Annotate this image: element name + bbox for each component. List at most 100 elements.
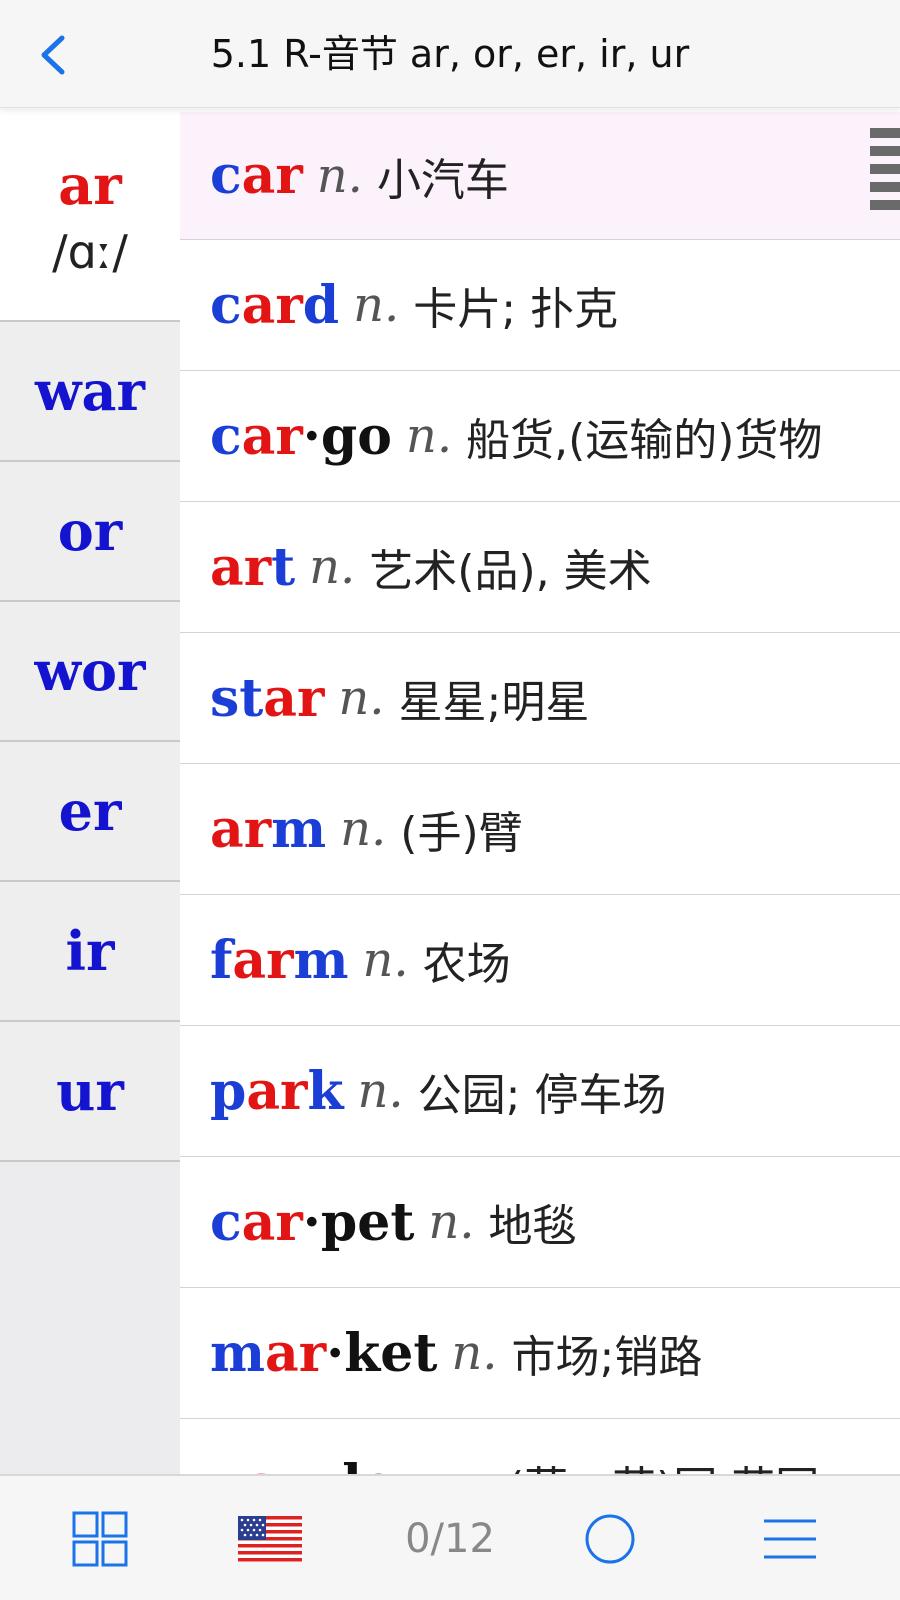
page-title: 5.1 R-音节 ar, or, er, ir, ur [210, 32, 690, 76]
syllable-sidebar: ar/ɑː/war or wor er ir ur [0, 112, 180, 1474]
us-flag-icon [238, 1516, 302, 1562]
word-text: car [210, 145, 303, 206]
word-part: ·go [302, 405, 392, 467]
word-part: c [210, 274, 242, 336]
word-meaning: 市场;销路 [511, 1332, 703, 1383]
sidebar-item-label: ur [56, 1059, 124, 1123]
word-part: k [307, 1060, 344, 1122]
word-text: car·pet [210, 1192, 414, 1253]
sidebar-item-label: er [58, 779, 122, 843]
word-part: ·den [307, 1454, 432, 1475]
word-part: ar [210, 798, 272, 860]
word-meaning: 农场 [422, 939, 511, 990]
word-text: park [210, 1061, 343, 1122]
list-item[interactable]: car·pet n. 地毯 [180, 1157, 900, 1288]
word-part: g [210, 1454, 246, 1475]
word-part: ar [210, 536, 272, 598]
word-part: ar [246, 1060, 308, 1122]
bottom-toolbar: 0/12 [0, 1474, 900, 1600]
accent-flag-button[interactable] [220, 1476, 320, 1600]
word-part: st [210, 667, 264, 729]
part-of-speech: n. [357, 1063, 404, 1119]
ipa-label: /ɑː/ [52, 225, 128, 279]
word-part: m [293, 929, 349, 991]
word-part: ar [241, 405, 303, 467]
record-button[interactable] [560, 1476, 660, 1600]
word-part: t [271, 536, 296, 598]
word-part: ·pet [302, 1191, 415, 1253]
word-part: ar [241, 145, 303, 206]
list-item[interactable]: art n. 艺术(品), 美术 [180, 502, 900, 633]
sidebar-item-ar[interactable]: ar/ɑː/ [0, 112, 180, 322]
word-list[interactable]: car n. 小汽车 card n. 卡片; 扑克 car·go n. 船货,(运输的)货物 ar… [180, 112, 900, 1474]
word-text: card [210, 275, 339, 336]
word-text: arm [210, 799, 326, 860]
drag-handle-icon[interactable] [870, 128, 900, 220]
sidebar-item-label: ar [58, 153, 122, 217]
word-meaning: 艺术(品), 美术 [369, 546, 652, 597]
word-text: art [210, 537, 295, 598]
sidebar-item-label: ir [65, 919, 115, 983]
word-text: mar·ket [210, 1323, 437, 1384]
word-part: m [271, 798, 327, 860]
list-item[interactable]: car n. 小汽车 [180, 112, 900, 240]
list-item[interactable]: gar·den n. (菜，花)园,花园 [180, 1419, 900, 1475]
part-of-speech: n. [340, 801, 387, 857]
word-part: c [210, 405, 242, 467]
word-part: d [302, 274, 340, 336]
menu-icon [764, 1519, 816, 1559]
word-meaning: 星星;明星 [398, 677, 590, 728]
progress-counter: 0/12 [405, 1516, 495, 1562]
word-text: farm [210, 930, 349, 991]
word-meaning: 船货,(运输的)货物 [466, 415, 823, 466]
list-item[interactable]: farm n. 农场 [180, 895, 900, 1026]
list-item[interactable]: arm n. (手)臂 [180, 764, 900, 895]
grid-icon [72, 1511, 128, 1567]
sidebar-item-ir[interactable]: ir [0, 882, 180, 1022]
word-part: m [210, 1322, 266, 1384]
sidebar-item-or[interactable]: or [0, 462, 180, 602]
word-part: ar [246, 1454, 307, 1475]
part-of-speech: n. [309, 539, 356, 595]
word-meaning: 公园; 停车场 [417, 1070, 667, 1121]
word-part: ar [241, 274, 303, 336]
word-part: ar [241, 1191, 303, 1253]
word-part: p [210, 1060, 247, 1122]
sidebar-item-label: wor [34, 639, 146, 703]
list-item[interactable]: car·go n. 船货,(运输的)货物 [180, 371, 900, 502]
part-of-speech: n. [353, 277, 400, 333]
word-text: star [210, 668, 324, 729]
sidebar-item-wor[interactable]: wor [0, 602, 180, 742]
menu-button[interactable] [740, 1476, 840, 1600]
circle-icon [585, 1514, 635, 1564]
word-part: ·ket [326, 1322, 438, 1384]
sidebar-item-ur[interactable]: ur [0, 1022, 180, 1162]
sidebar-item-er[interactable]: er [0, 742, 180, 882]
list-item[interactable]: card n. 卡片; 扑克 [180, 240, 900, 371]
word-text: car·go [210, 406, 392, 467]
sidebar-item-label: or [57, 499, 123, 563]
part-of-speech: n. [316, 147, 363, 204]
word-text: gar·den [210, 1454, 433, 1475]
list-item[interactable]: star n. 星星;明星 [180, 633, 900, 764]
list-item[interactable]: park n. 公园; 停车场 [180, 1026, 900, 1157]
word-part: c [210, 1191, 242, 1253]
list-item[interactable]: mar·ket n. 市场;销路 [180, 1288, 900, 1419]
part-of-speech: n. [451, 1325, 498, 1381]
top-nav-bar: 5.1 R-音节 ar, or, er, ir, ur [0, 0, 900, 108]
sidebar-item-label: war [35, 359, 145, 423]
sidebar-item-war[interactable]: war [0, 322, 180, 462]
word-part: ar [232, 929, 294, 991]
grid-view-button[interactable] [50, 1476, 150, 1600]
word-meaning: 卡片; 扑克 [413, 284, 619, 335]
part-of-speech: n. [362, 932, 409, 988]
word-part: f [210, 929, 233, 991]
word-meaning: (菜，花)园,花园 [507, 1452, 819, 1474]
word-meaning: 地毯 [488, 1201, 577, 1252]
part-of-speech: n. [428, 1194, 475, 1250]
word-part: c [210, 145, 242, 206]
word-meaning: 小汽车 [376, 154, 509, 206]
part-of-speech: n. [405, 408, 453, 464]
part-of-speech: n. [447, 1456, 493, 1474]
part-of-speech: n. [338, 670, 385, 726]
